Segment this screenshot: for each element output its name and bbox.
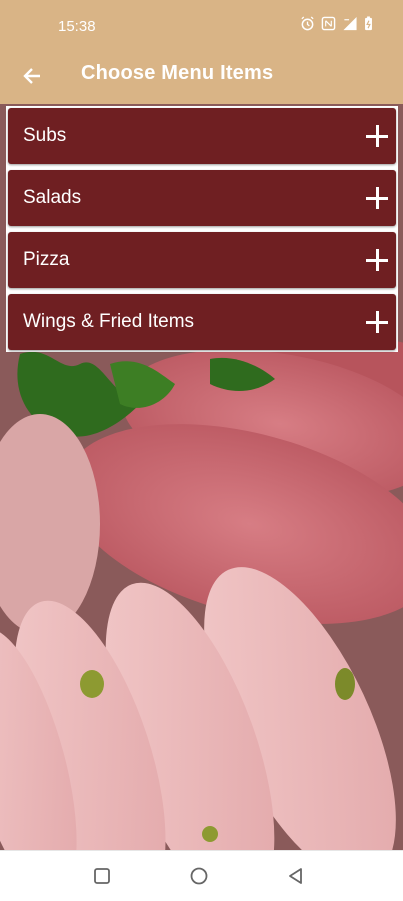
nfc-icon: [321, 16, 336, 34]
home-button[interactable]: [187, 864, 211, 888]
battery-icon: [364, 16, 373, 34]
alarm-icon: [300, 16, 315, 34]
menu-item-salads[interactable]: Salads: [8, 170, 396, 226]
system-back-button[interactable]: [284, 864, 308, 888]
arrow-left-icon: [23, 68, 40, 84]
app-bar: Choose Menu Items: [0, 50, 403, 104]
plus-icon[interactable]: [366, 311, 388, 333]
menu-item-wings-fried[interactable]: Wings & Fried Items: [8, 294, 396, 350]
status-bar: 15:38: [0, 0, 403, 50]
menu-item-label: Salads: [23, 187, 82, 208]
recents-button[interactable]: [90, 864, 114, 888]
status-icons: [300, 16, 373, 34]
recents-square-icon: [94, 868, 110, 884]
menu-item-label: Subs: [23, 125, 67, 146]
back-button[interactable]: [14, 58, 50, 94]
home-circle-icon: [190, 867, 208, 885]
menu-item-label: Wings & Fried Items: [23, 311, 195, 332]
menu-item-subs[interactable]: Subs: [8, 108, 396, 164]
menu-item-label: Pizza: [23, 249, 70, 270]
status-time: 15:38: [58, 18, 96, 35]
system-nav-bar: [0, 850, 403, 901]
plus-icon[interactable]: [366, 249, 388, 271]
menu-item-pizza[interactable]: Pizza: [8, 232, 396, 288]
back-triangle-icon: [289, 868, 302, 884]
page-title: Choose Menu Items: [81, 62, 274, 84]
menu-list: Subs Salads Pizza Wings & Fried Items: [6, 106, 398, 352]
content-area: Subs Salads Pizza Wings & Fried Items: [0, 104, 403, 850]
plus-icon[interactable]: [366, 125, 388, 147]
plus-icon[interactable]: [366, 187, 388, 209]
signal-icon: [342, 16, 358, 34]
